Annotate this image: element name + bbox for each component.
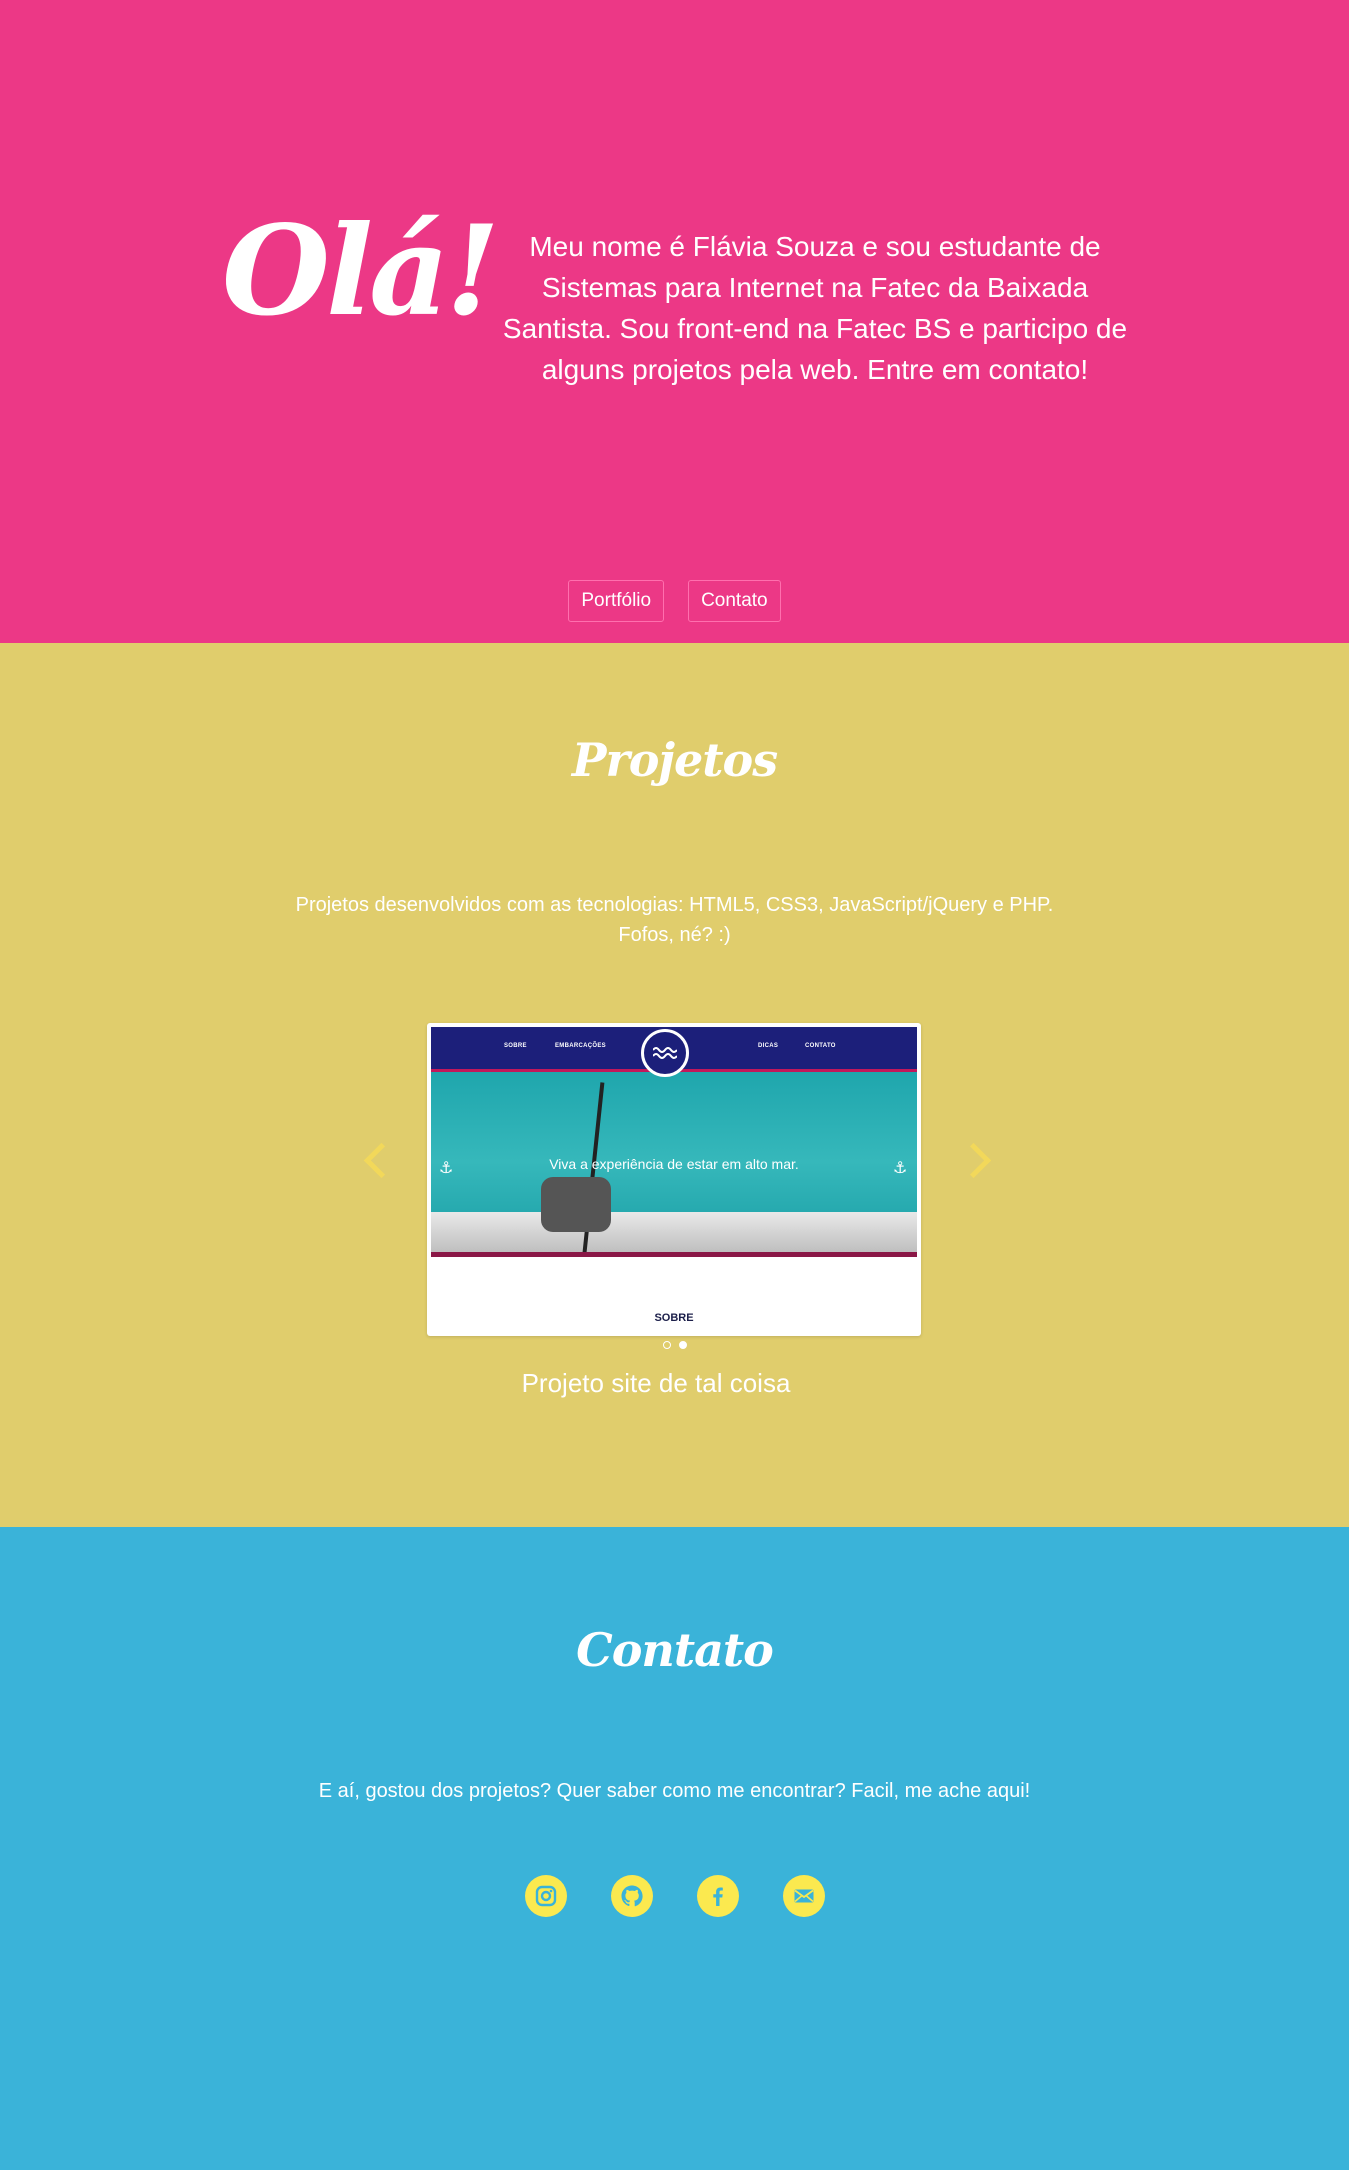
screenshot-bottom-bar <box>431 1252 917 1257</box>
github-icon[interactable] <box>610 1875 653 1917</box>
hero-section: Olá! Meu nome é Flávia Souza e sou estud… <box>0 0 1349 643</box>
screenshot-section-label: SOBRE <box>654 1312 694 1324</box>
carousel-next-arrow[interactable] <box>955 1142 992 1179</box>
boat-deck <box>431 1212 917 1252</box>
carousel-dot-1[interactable] <box>662 1341 671 1349</box>
carousel-prev-arrow[interactable] <box>363 1142 400 1179</box>
contact-section: Contato E aí, gostou dos projetos? Quer … <box>0 1527 1349 2170</box>
contact-button[interactable]: Contato <box>688 580 781 622</box>
facebook-icon[interactable] <box>696 1875 739 1917</box>
carousel-slide[interactable]: SOBRE EMBARCAÇÕES DICAS CONTATO ⚓ ⚓ Viva… <box>427 1023 921 1336</box>
hero-greeting: Olá! <box>222 199 500 344</box>
projects-section: Projetos Projetos desenvolvidos com as t… <box>0 643 1349 1527</box>
screenshot-nav-link: DICAS <box>758 1043 779 1049</box>
screenshot-nav-link: CONTATO <box>805 1043 836 1049</box>
projects-title: Projetos <box>571 733 778 787</box>
carousel-dot-2[interactable] <box>678 1341 687 1349</box>
carousel-indicators <box>0 1341 1349 1349</box>
social-links <box>0 1875 1349 1917</box>
hero-intro: Meu nome é Flávia Souza e sou estudante … <box>502 231 1128 385</box>
porthole-logo-icon <box>641 1029 689 1077</box>
screenshot-nav-link: EMBARCAÇÕES <box>555 1043 606 1049</box>
screenshot-nav-link: SOBRE <box>504 1043 527 1049</box>
screenshot-navbar: SOBRE EMBARCAÇÕES DICAS CONTATO <box>431 1027 917 1077</box>
fishing-reel <box>541 1177 611 1232</box>
carousel-caption: Projeto site de tal coisa <box>521 1368 791 1398</box>
contact-title: Contato <box>576 1623 774 1677</box>
projects-description: Projetos desenvolvidos com as tecnologia… <box>0 890 1349 950</box>
portfolio-button[interactable]: Portfólio <box>568 580 665 622</box>
email-icon[interactable] <box>782 1875 825 1917</box>
project-screenshot: SOBRE EMBARCAÇÕES DICAS CONTATO ⚓ ⚓ Viva… <box>431 1027 917 1257</box>
hero-nav: Portfólio Contato <box>0 580 1349 622</box>
instagram-icon[interactable] <box>524 1875 567 1917</box>
projects-description-line-1: Projetos desenvolvidos com as tecnologia… <box>295 894 1054 916</box>
contact-description: E aí, gostou dos projetos? Quer saber co… <box>318 1780 1031 1802</box>
projects-description-line-2: Fofos, né? :) <box>618 924 731 946</box>
screenshot-caption: Viva a experiência de estar em alto mar. <box>549 1156 799 1172</box>
